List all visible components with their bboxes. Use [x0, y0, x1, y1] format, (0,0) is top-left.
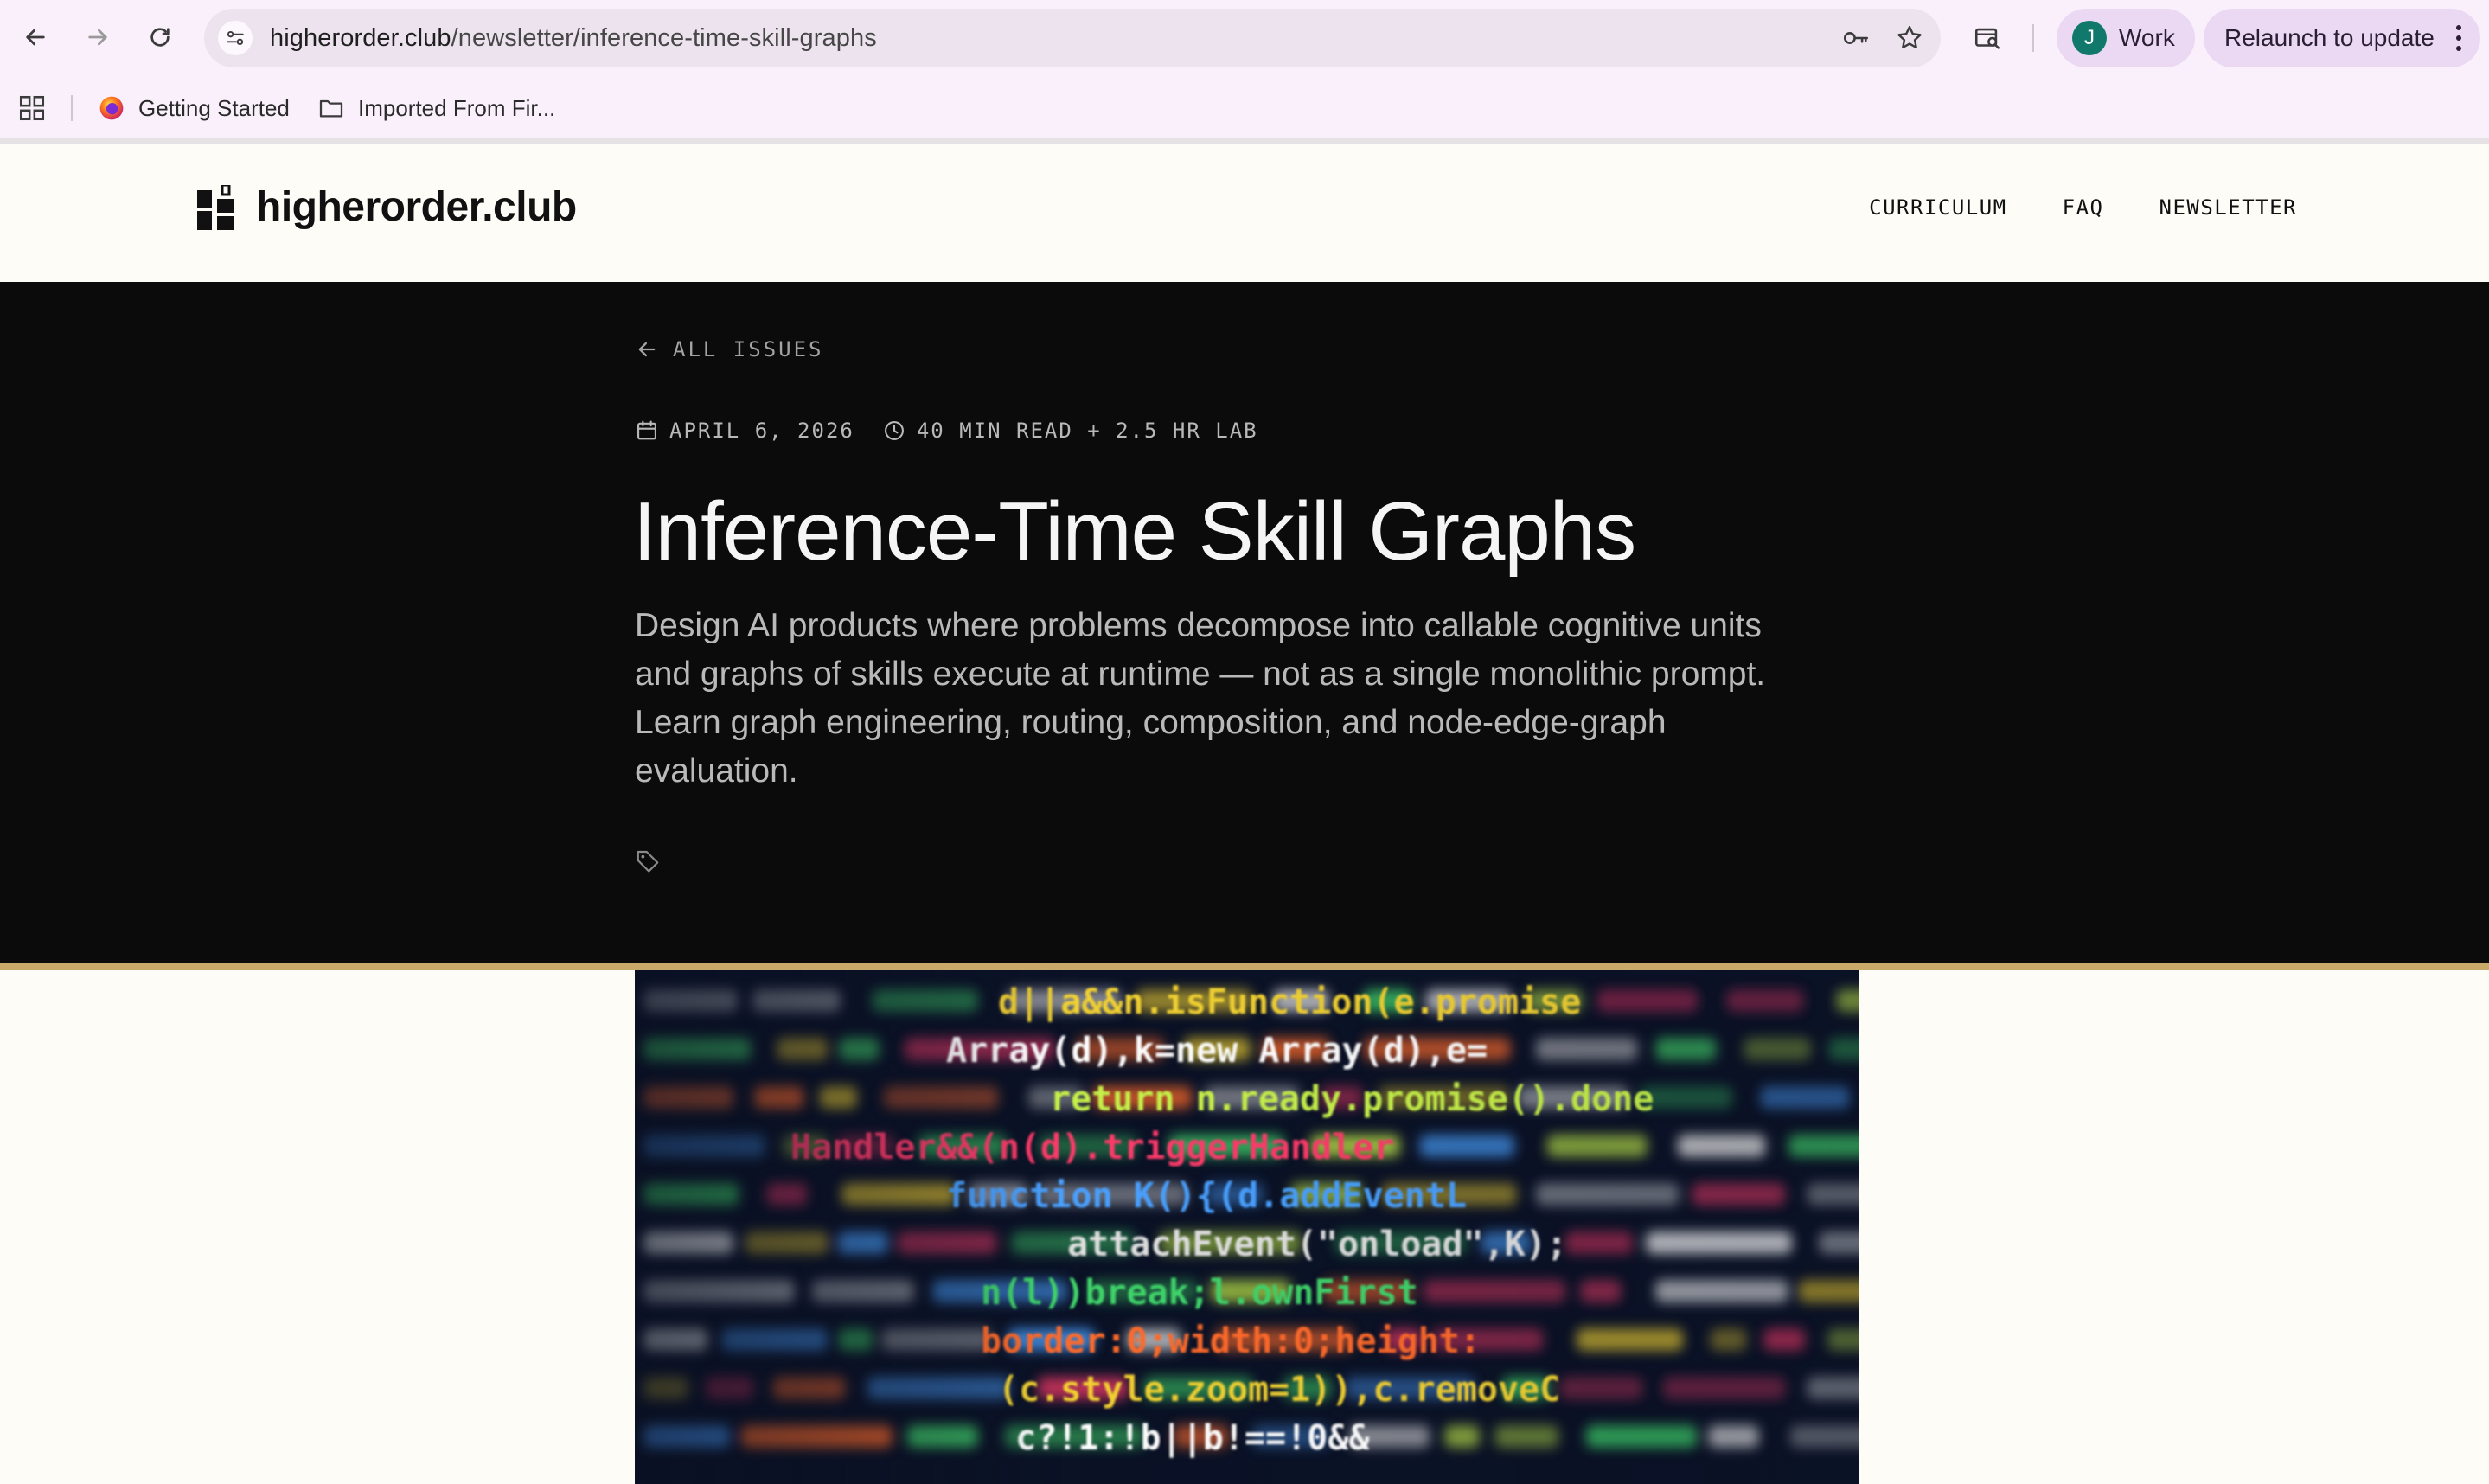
- date-text: APRIL 6, 2026: [669, 419, 854, 443]
- publish-date: APRIL 6, 2026: [635, 419, 854, 443]
- tab-search-icon[interactable]: [1968, 19, 2006, 57]
- bookmarks-bar: Getting Started Imported From Fir...: [0, 83, 2489, 133]
- relaunch-label: Relaunch to update: [2224, 24, 2435, 51]
- nav-faq[interactable]: FAQ: [2063, 195, 2104, 220]
- folder-icon: [317, 93, 346, 123]
- site-info-icon[interactable]: [218, 21, 253, 55]
- forward-button[interactable]: [78, 17, 118, 57]
- article-subtitle: Design AI products where problems decomp…: [635, 607, 1766, 790]
- browser-chrome: higherorder.club/newsletter/inference-ti…: [0, 0, 2489, 144]
- all-issues-label: ALL ISSUES: [673, 337, 824, 361]
- site-header: higherorder.club CURRICULUM FAQ NEWSLETT…: [0, 144, 2489, 282]
- bookmark-label: Getting Started: [138, 94, 290, 121]
- reload-icon: [150, 28, 170, 47]
- password-key-icon[interactable]: [1839, 21, 1873, 55]
- profile-button[interactable]: J Work: [2057, 9, 2195, 67]
- article-cover-image: d||a&&n.isFunction(e.promiseArray(d),k=n…: [635, 970, 1859, 1484]
- address-bar[interactable]: higherorder.club/newsletter/inference-ti…: [204, 9, 1941, 67]
- url-host: higherorder.club: [270, 24, 451, 52]
- read-time: 40 MIN READ + 2.5 HR LAB: [882, 419, 1258, 443]
- site-logo[interactable]: higherorder.club: [197, 183, 577, 231]
- arrow-left-icon: [26, 29, 45, 46]
- bookmark-label: Imported From Fir...: [358, 94, 556, 121]
- arrow-left-icon: [638, 342, 656, 357]
- bookmark-getting-started[interactable]: Getting Started: [97, 88, 290, 128]
- toolbar-divider: [2032, 24, 2034, 52]
- logo-text: higherorder.club: [256, 184, 577, 230]
- clock-icon: [884, 421, 904, 440]
- back-button[interactable]: [16, 17, 55, 57]
- firefox-icon: [97, 93, 126, 123]
- arrow-right-icon: [88, 29, 107, 46]
- apps-grid-icon[interactable]: [17, 93, 47, 123]
- calendar-icon: [637, 420, 656, 440]
- url-path: /newsletter/inference-time-skill-graphs: [451, 24, 877, 52]
- bookmark-star-icon[interactable]: [1892, 21, 1927, 55]
- relaunch-button[interactable]: Relaunch to update: [2204, 9, 2480, 67]
- profile-label: Work: [2119, 24, 2175, 51]
- bookmarks-divider: [71, 95, 73, 121]
- nav-curriculum[interactable]: CURRICULUM: [1869, 195, 2007, 220]
- accent-divider: [0, 963, 2489, 970]
- read-time-text: 40 MIN READ + 2.5 HR LAB: [916, 419, 1258, 443]
- browser-toolbar: higherorder.club/newsletter/inference-ti…: [0, 0, 2489, 76]
- bookmark-imported-folder[interactable]: Imported From Fir...: [317, 88, 555, 128]
- profile-avatar: J: [2072, 21, 2107, 55]
- article-hero: ALL ISSUES APRIL 6, 2026 40 MIN READ + 2…: [0, 282, 2489, 963]
- nav-newsletter[interactable]: NEWSLETTER: [2159, 195, 2298, 220]
- code-screenshot-image: d||a&&n.isFunction(e.promiseArray(d),k=n…: [635, 970, 1859, 1484]
- url-text[interactable]: higherorder.club/newsletter/inference-ti…: [270, 24, 877, 53]
- article-title: Inference-Time Skill Graphs: [633, 485, 1636, 578]
- tag-icon[interactable]: [635, 848, 661, 873]
- reload-button[interactable]: [140, 17, 180, 57]
- logo-mark-icon: [197, 183, 235, 230]
- more-vert-icon[interactable]: [2454, 22, 2463, 54]
- site-nav: CURRICULUM FAQ NEWSLETTER: [1869, 195, 2297, 220]
- all-issues-link[interactable]: ALL ISSUES: [635, 337, 824, 361]
- article-meta: APRIL 6, 2026 40 MIN READ + 2.5 HR LAB: [635, 419, 1258, 443]
